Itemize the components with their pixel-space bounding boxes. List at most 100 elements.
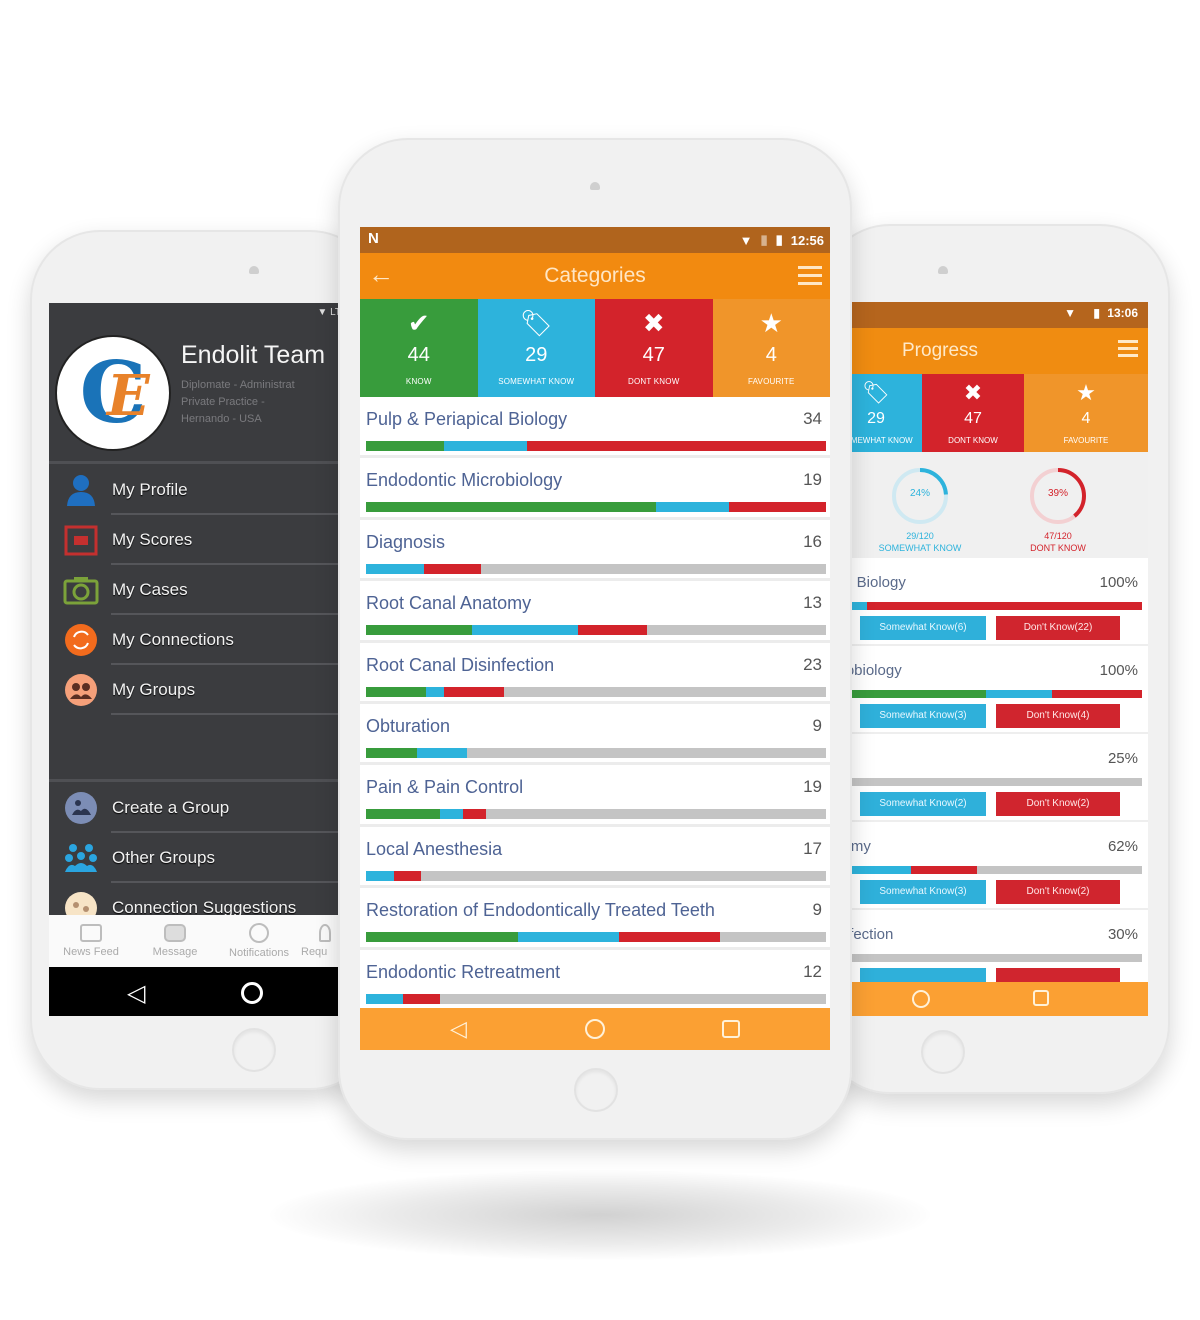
menu-icon[interactable]: [798, 266, 822, 290]
progress-bar: [830, 954, 1142, 962]
home-icon[interactable]: [241, 982, 263, 1004]
dont-know-button[interactable]: Don't Know(22): [996, 616, 1120, 640]
page-title: Progress: [902, 340, 979, 361]
tile-know[interactable]: ✔ 44 KNOW: [360, 299, 478, 397]
status-time: 12:56: [790, 232, 824, 248]
wifi-icon: ▼: [317, 307, 328, 318]
tile-favourite[interactable]: ★ 4 FAVOURITE: [712, 299, 830, 397]
home-icon[interactable]: [585, 1019, 605, 1039]
category-row[interactable]: Pulp & Periapical Biology 34: [360, 397, 830, 459]
bar-segment-dont-know: [618, 932, 721, 943]
progress-row[interactable]: ical Biology 100% Somewhat Know(6) Don't Kn…: [830, 558, 1148, 646]
dont-know-button[interactable]: Don't Know(2): [996, 792, 1120, 816]
somewhat-know-button[interactable]: Somewhat Know(3): [860, 880, 986, 904]
category-progress-bar: [366, 932, 826, 943]
ring-label-somewhat: 29/120 SOMEWHAT KNOW: [878, 531, 962, 553]
menu-item-my-connections[interactable]: My Connections: [49, 615, 349, 665]
bar-segment-somewhat: [416, 747, 468, 758]
back-icon[interactable]: ◁: [127, 979, 145, 1008]
tile-somewhat-know[interactable]: 🏷 29 SOMEWHAT KNOW: [477, 299, 595, 397]
phone-speaker: [590, 182, 600, 190]
bar-segment-somewhat: [444, 441, 527, 451]
category-name: Root Canal Anatomy: [366, 593, 532, 614]
page-title: Categories: [544, 264, 646, 287]
divider: [49, 779, 349, 782]
tile-dont-know[interactable]: ✖ 47 DONT KNOW: [595, 299, 713, 397]
category-progress-bar: [366, 686, 826, 697]
category-progress-bar: [366, 993, 826, 1004]
progress-list: ical Biology 100% Somewhat Know(6) Don't Kn…: [830, 558, 1148, 998]
progress-row[interactable]: 25% Somewhat Know(2) Don't Know(2): [830, 734, 1148, 822]
dont-know-button[interactable]: Don't Know(2): [996, 880, 1120, 904]
category-row[interactable]: Root Canal Anatomy 13: [360, 581, 830, 643]
progress-row[interactable]: icrobiology 100% Somewhat Know(3) Don't Kno…: [830, 646, 1148, 734]
tab-notifications[interactable]: Notifications: [217, 915, 301, 967]
bar-segment-dont-know: [462, 809, 486, 820]
star-icon: ★: [759, 308, 783, 338]
bar-segment-somewhat: [986, 690, 1052, 698]
recent-apps-icon[interactable]: [722, 1020, 740, 1038]
category-count: 34: [803, 409, 822, 428]
other-groups-icon: [62, 839, 100, 877]
category-row[interactable]: Pain & Pain Control 19: [360, 765, 830, 827]
drawer-menu-secondary: Create a Group Other Groups Connection S…: [49, 783, 349, 933]
cross-icon: ✖: [642, 308, 665, 338]
category-count: 12: [803, 961, 822, 981]
drawer-menu-primary: My Profile My Scores My Cases My Connect…: [49, 465, 349, 715]
menu-item-other-groups[interactable]: Other Groups: [49, 833, 349, 883]
tile-dont-know[interactable]: ✖ 47 DONT KNOW: [922, 374, 1024, 452]
home-button[interactable]: [232, 1028, 276, 1072]
wifi-icon: ▼: [1064, 306, 1076, 320]
category-row[interactable]: Obturation 9: [360, 703, 830, 766]
category-row[interactable]: Restoration of Endodontically Treated Te…: [360, 888, 830, 950]
menu-item-my-profile[interactable]: My Profile: [49, 465, 349, 515]
phone-speaker: [938, 266, 948, 274]
progress-row[interactable]: atomy62%Somewhat Know(3)Don't Know(2): [830, 822, 1148, 910]
tab-news-feed[interactable]: News Feed: [49, 915, 133, 967]
tab-message[interactable]: Message: [133, 915, 217, 967]
ring-dont-know: 39%: [1028, 466, 1088, 526]
tile-favourite[interactable]: ★ 4 FAVOURITE: [1024, 374, 1148, 452]
summary-tiles: ✔ 44 KNOW 🏷 29 SOMEWHAT KNOW ✖ 47 DONT K…: [360, 299, 830, 397]
category-row[interactable]: Endodontic Retreatment 12: [360, 949, 830, 1011]
menu-item-my-scores[interactable]: My Scores: [49, 515, 349, 565]
category-row[interactable]: Diagnosis 16: [360, 519, 830, 582]
phone-speaker: [249, 266, 259, 274]
category-progress-bar: [366, 502, 826, 513]
bar-segment-dont-know: [1051, 690, 1142, 698]
category-row[interactable]: Endodontic Microbiology 19: [360, 458, 830, 520]
connections-icon: [62, 621, 100, 659]
bar-segment-somewhat: [366, 870, 394, 881]
somewhat-know-button[interactable]: Somewhat Know(6): [860, 616, 986, 640]
menu-icon[interactable]: [1118, 340, 1138, 361]
bar-segment-know: [830, 690, 986, 698]
progress-bar: [830, 602, 1142, 610]
category-row[interactable]: Local Anesthesia 17: [360, 826, 830, 889]
somewhat-know-button[interactable]: Somewhat Know(2): [860, 792, 986, 816]
tag-icon: 🏷: [519, 308, 553, 338]
category-progress-bar: [366, 809, 826, 820]
app-bar: ← Categories: [360, 253, 830, 299]
category-count: 13: [803, 593, 822, 613]
summary-tiles: 🏷 29 SOMEWHAT KNOW ✖ 47 DONT KNOW ★ 4 FA…: [830, 374, 1148, 452]
progress-percent: 62%: [1107, 838, 1138, 855]
check-icon: ✔: [407, 308, 430, 338]
menu-item-my-cases[interactable]: My Cases: [49, 565, 349, 615]
back-icon[interactable]: ◁: [450, 1016, 467, 1042]
menu-item-my-groups[interactable]: My Groups: [49, 665, 349, 715]
system-nav-bar: ◁: [49, 967, 349, 1016]
somewhat-know-button[interactable]: Somewhat Know(3): [860, 704, 986, 728]
home-button[interactable]: [921, 1030, 965, 1074]
home-icon[interactable]: [912, 990, 930, 1008]
groups-icon: [62, 671, 100, 709]
category-row[interactable]: Root Canal Disinfection 23: [360, 642, 830, 704]
dont-know-button[interactable]: Don't Know(4): [996, 704, 1120, 728]
menu-item-create-group[interactable]: Create a Group: [49, 783, 349, 833]
category-name: Endodontic Retreatment: [366, 961, 561, 982]
recent-apps-icon[interactable]: [1033, 990, 1049, 1006]
category-progress-bar: [366, 747, 826, 758]
avatar[interactable]: C E: [55, 335, 171, 451]
status-time: 13:06: [1107, 306, 1138, 320]
category-name: Diagnosis: [366, 531, 446, 552]
home-button[interactable]: [574, 1068, 618, 1112]
